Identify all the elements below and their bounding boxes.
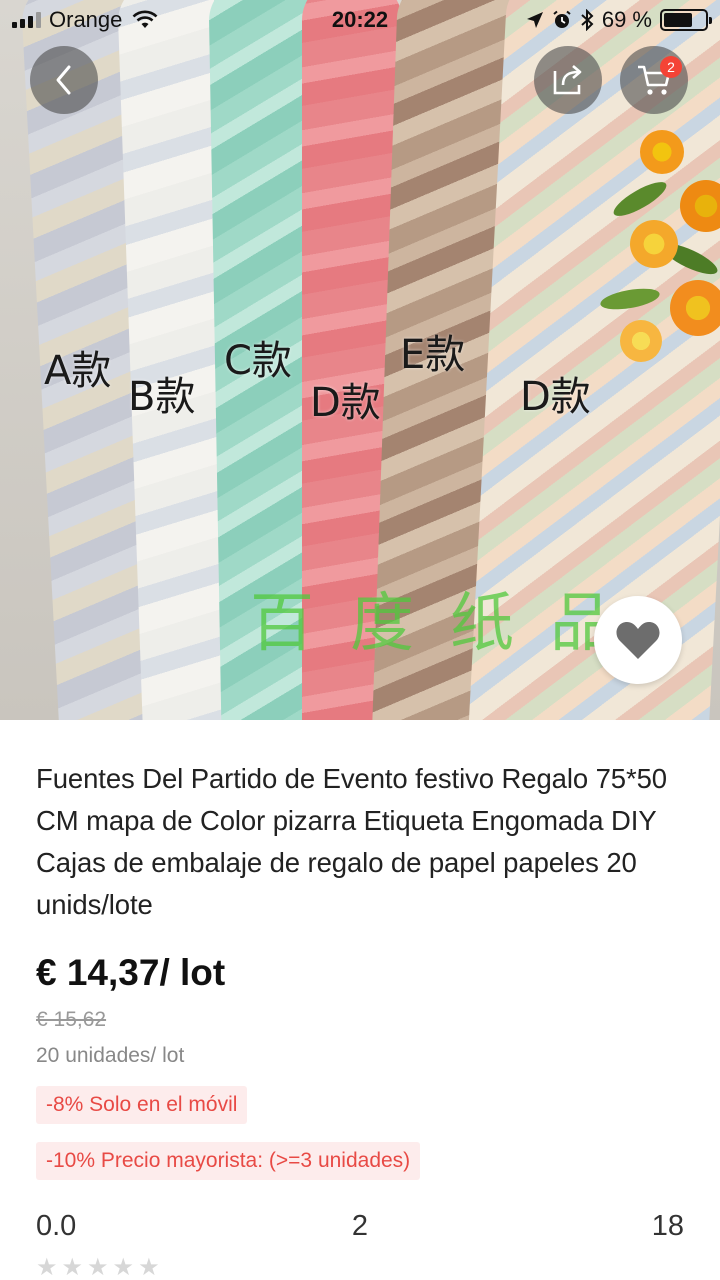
rating-stars: ★★★★★ (36, 1254, 164, 1280)
mobile-discount-badge: -8% Solo en el móvil (36, 1086, 248, 1124)
product-stats: 0.0 2 18 (36, 1210, 684, 1243)
roll-label-b: B款 (128, 374, 196, 420)
back-button[interactable] (30, 46, 98, 114)
status-bar: Orange 20:22 69 % (0, 0, 720, 40)
battery-icon (660, 9, 712, 31)
signal-icon (12, 12, 41, 28)
rating-value[interactable]: 0.0 (36, 1210, 236, 1243)
location-icon (526, 12, 543, 28)
wishlist-count: 18 (651, 1210, 684, 1242)
bluetooth-icon (581, 9, 594, 31)
orders-count: 2 (351, 1210, 369, 1242)
product-price: € 14,37/ lot (36, 952, 226, 993)
chevron-left-icon (56, 65, 71, 95)
share-button[interactable] (534, 46, 602, 114)
carrier-name: Orange (49, 7, 123, 32)
wholesale-discount-badge: -10% Precio mayorista: (>=3 unidades) (36, 1142, 421, 1180)
product-title: Fuentes Del Partido de Evento festivo Re… (36, 763, 667, 920)
product-info: Fuentes Del Partido de Evento festivo Re… (0, 720, 720, 1280)
share-icon (553, 65, 582, 95)
image-watermark: 百度纸品 (250, 587, 650, 661)
units-per-lot: 20 unidades/ lot (36, 1044, 185, 1067)
roll-label-d2: D款 (520, 374, 591, 420)
heart-icon (616, 622, 660, 659)
stats-labels: ★★★★★ (36, 1253, 684, 1280)
favorite-button[interactable] (594, 596, 682, 684)
cart-count-badge: 2 (660, 56, 682, 78)
roll-label-a: A款 (44, 348, 112, 394)
roll-label-c: C款 (224, 338, 292, 384)
flower-bouquet (598, 110, 720, 390)
original-price: € 15,62 (36, 1008, 107, 1031)
battery-percent: 69 % (601, 7, 652, 32)
roll-label-e: E款 (400, 332, 466, 378)
roll-label-d: D款 (310, 380, 381, 426)
alarm-icon (553, 10, 571, 28)
wifi-icon (132, 10, 158, 28)
cart-button[interactable]: 2 (620, 46, 688, 114)
